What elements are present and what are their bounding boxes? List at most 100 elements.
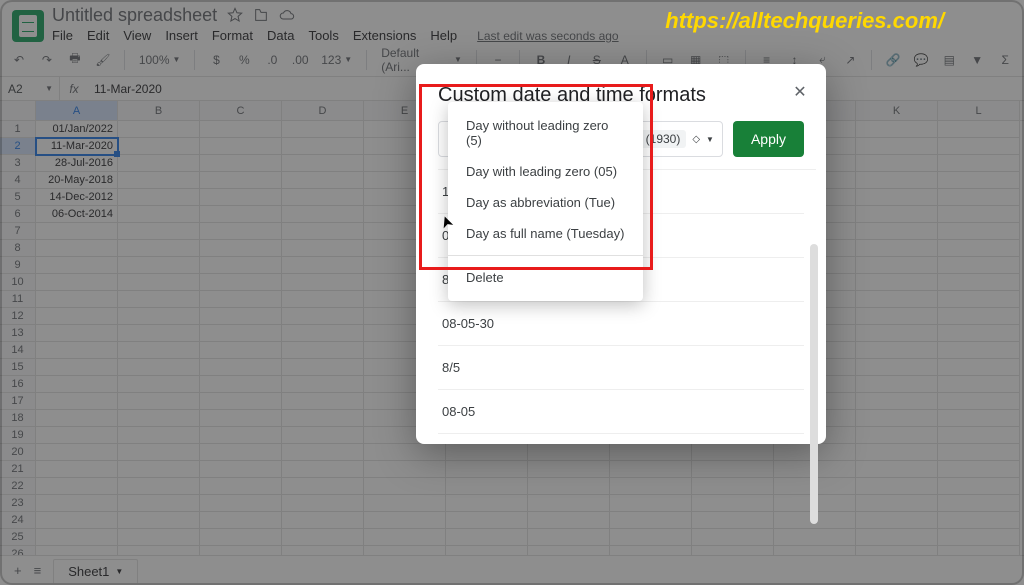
cell[interactable]: [36, 291, 118, 308]
row-header[interactable]: 7: [0, 223, 36, 240]
cell[interactable]: [364, 512, 446, 529]
row-header[interactable]: 13: [0, 325, 36, 342]
sample-item[interactable]: 08-05: [438, 390, 804, 434]
cell[interactable]: [364, 461, 446, 478]
menu-insert[interactable]: Insert: [165, 28, 198, 43]
cell[interactable]: [200, 240, 282, 257]
dropdown-item[interactable]: Day as full name (Tuesday): [448, 218, 643, 249]
cell[interactable]: 06-Oct-2014: [36, 206, 118, 223]
cell[interactable]: [282, 274, 364, 291]
cell[interactable]: [938, 410, 1020, 427]
cell[interactable]: [364, 529, 446, 546]
cell[interactable]: [282, 427, 364, 444]
cell[interactable]: [36, 257, 118, 274]
cell[interactable]: [938, 223, 1020, 240]
cell[interactable]: [938, 274, 1020, 291]
row-header[interactable]: 6: [0, 206, 36, 223]
menu-view[interactable]: View: [123, 28, 151, 43]
cell[interactable]: [446, 478, 528, 495]
menu-edit[interactable]: Edit: [87, 28, 109, 43]
cell[interactable]: 11-Mar-2020: [36, 138, 118, 155]
row-header[interactable]: 12: [0, 308, 36, 325]
row-header[interactable]: 1: [0, 121, 36, 138]
cell[interactable]: [118, 495, 200, 512]
cell[interactable]: [282, 342, 364, 359]
cell[interactable]: [282, 410, 364, 427]
row-header[interactable]: 3: [0, 155, 36, 172]
sample-item[interactable]: 08-05-30: [438, 302, 804, 346]
cell[interactable]: [938, 291, 1020, 308]
row-header[interactable]: 16: [0, 376, 36, 393]
row-header[interactable]: 4: [0, 172, 36, 189]
cell[interactable]: [282, 223, 364, 240]
cell[interactable]: [528, 478, 610, 495]
cell[interactable]: [938, 121, 1020, 138]
cell[interactable]: [938, 138, 1020, 155]
cell[interactable]: [856, 172, 938, 189]
cell[interactable]: [200, 342, 282, 359]
cell[interactable]: [364, 495, 446, 512]
sheet-tab-active[interactable]: Sheet1▼: [53, 559, 138, 583]
row-header[interactable]: 25: [0, 529, 36, 546]
sheets-logo[interactable]: [12, 10, 44, 42]
cell[interactable]: [938, 393, 1020, 410]
cell[interactable]: [118, 427, 200, 444]
cell[interactable]: [446, 444, 528, 461]
cell[interactable]: [282, 206, 364, 223]
increase-decimal-button[interactable]: .00: [289, 49, 311, 71]
cell[interactable]: [528, 461, 610, 478]
cell[interactable]: [36, 444, 118, 461]
apply-button[interactable]: Apply: [733, 121, 804, 157]
cell[interactable]: [938, 240, 1020, 257]
cell[interactable]: [200, 257, 282, 274]
cell[interactable]: [118, 240, 200, 257]
cell[interactable]: [692, 512, 774, 529]
row-header[interactable]: 19: [0, 427, 36, 444]
cell[interactable]: [118, 223, 200, 240]
cell[interactable]: [200, 325, 282, 342]
cell[interactable]: [118, 206, 200, 223]
row-header[interactable]: 21: [0, 461, 36, 478]
cell[interactable]: [118, 410, 200, 427]
row-header[interactable]: 9: [0, 257, 36, 274]
cell[interactable]: [610, 461, 692, 478]
cell[interactable]: [528, 495, 610, 512]
cell[interactable]: [610, 444, 692, 461]
cell[interactable]: [528, 529, 610, 546]
cell[interactable]: [938, 478, 1020, 495]
cell[interactable]: [856, 138, 938, 155]
cell[interactable]: [856, 342, 938, 359]
cell[interactable]: [282, 478, 364, 495]
cell[interactable]: [856, 325, 938, 342]
cloud-icon[interactable]: [279, 7, 295, 23]
row-header[interactable]: 2: [0, 138, 36, 155]
cell[interactable]: [692, 529, 774, 546]
cell[interactable]: [938, 189, 1020, 206]
all-sheets-button[interactable]: ≡: [34, 563, 42, 578]
paint-format-button[interactable]: 🖌: [92, 49, 114, 71]
cell[interactable]: [856, 223, 938, 240]
cell[interactable]: [200, 427, 282, 444]
currency-button[interactable]: $: [205, 49, 227, 71]
cell[interactable]: [118, 257, 200, 274]
cell[interactable]: [36, 393, 118, 410]
cell[interactable]: [856, 121, 938, 138]
cell[interactable]: [446, 512, 528, 529]
link-button[interactable]: 🔗: [882, 49, 904, 71]
cell[interactable]: [36, 512, 118, 529]
menu-format[interactable]: Format: [212, 28, 253, 43]
cell[interactable]: [938, 444, 1020, 461]
dropdown-item[interactable]: Day as abbreviation (Tue): [448, 187, 643, 218]
cell[interactable]: [118, 342, 200, 359]
cell[interactable]: [200, 410, 282, 427]
cell[interactable]: [282, 359, 364, 376]
cell[interactable]: [856, 478, 938, 495]
cell[interactable]: [200, 138, 282, 155]
menu-extensions[interactable]: Extensions: [353, 28, 417, 43]
cell[interactable]: [200, 172, 282, 189]
row-header[interactable]: 24: [0, 512, 36, 529]
cell[interactable]: [856, 393, 938, 410]
cell[interactable]: [938, 257, 1020, 274]
cell[interactable]: 14-Dec-2012: [36, 189, 118, 206]
cell[interactable]: [282, 257, 364, 274]
